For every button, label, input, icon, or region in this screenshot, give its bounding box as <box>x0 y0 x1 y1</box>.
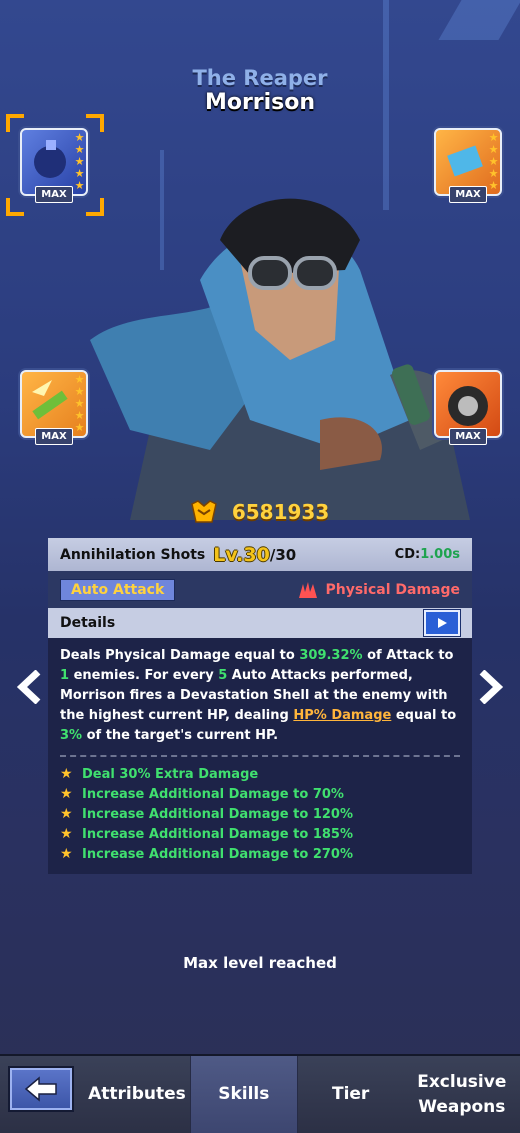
hero-title-block: The Reaper Morrison <box>0 66 520 115</box>
star-rating: ★ ★ ★ ★ ★ <box>74 131 85 192</box>
hero-portrait <box>90 198 470 520</box>
skill-header: Annihilation Shots Lv.30 /30 CD:1.00s <box>48 538 472 571</box>
damage-type-label: Physical Damage <box>325 581 460 598</box>
selection-corner <box>86 198 104 216</box>
skill-type-row: Auto Attack Physical Damage <box>48 571 472 608</box>
next-skill-arrow-icon[interactable] <box>472 670 506 704</box>
desc-text: of the target's current HP. <box>82 728 279 743</box>
prev-skill-arrow-icon[interactable] <box>14 670 48 704</box>
back-arrow-icon <box>24 1076 57 1102</box>
ammo-icon <box>32 380 68 420</box>
skill-details-body: Deals Physical Damage equal to 309.32% o… <box>48 638 472 874</box>
skill-name: Annihilation Shots <box>60 546 206 563</box>
upgrade-item: ★ Increase Additional Damage to 185% <box>60 824 460 844</box>
max-level-status: Max level reached <box>183 954 337 972</box>
skill-cooldown: CD:1.00s <box>395 547 460 562</box>
chip-icon <box>447 145 483 177</box>
hero-epithet: The Reaper <box>192 66 328 90</box>
star-icon: ★ <box>60 806 73 822</box>
star-rating: ★ ★ ★ ★ ★ <box>488 131 499 192</box>
upgrade-item: ★ Increase Additional Damage to 70% <box>60 784 460 804</box>
desc-value: 5 <box>218 668 228 683</box>
upgrade-text: Increase Additional Damage to 70% <box>82 786 344 802</box>
divider <box>60 755 460 757</box>
details-header: Details <box>48 608 472 638</box>
tab-exclusive-weapons[interactable]: Exclusive Weapons <box>404 1056 520 1133</box>
desc-text: Deals Physical Damage equal to <box>60 648 300 663</box>
claw-icon <box>299 581 318 598</box>
max-badge: MAX <box>35 186 73 203</box>
tab-attributes[interactable]: Attributes <box>84 1056 190 1133</box>
tab-tier[interactable]: Tier <box>298 1056 404 1133</box>
bg-streak <box>438 0 520 40</box>
star-icon: ★ <box>60 766 73 782</box>
selection-corner <box>6 198 24 216</box>
cooldown-label: CD: <box>394 547 421 562</box>
max-badge: MAX <box>449 186 487 203</box>
gear-slot-chip[interactable]: ★ ★ ★ ★ ★ MAX <box>434 128 502 203</box>
max-badge: MAX <box>449 428 487 445</box>
hero-name: Morrison <box>204 90 316 115</box>
tab-skills[interactable]: Skills <box>189 1056 298 1133</box>
skill-level: Lv.30 <box>213 543 270 566</box>
desc-text: equal to <box>391 708 457 723</box>
upgrade-text: Deal 30% Extra Damage <box>82 766 259 782</box>
gear-slot-wheel[interactable]: MAX <box>434 370 502 445</box>
selection-corner <box>6 114 24 132</box>
wheel-icon <box>448 386 488 426</box>
selection-corner <box>86 114 104 132</box>
hp-damage-link[interactable]: HP% Damage <box>293 708 391 723</box>
upgrade-item: ★ Deal 30% Extra Damage <box>60 764 460 784</box>
skill-description: Deals Physical Damage equal to 309.32% o… <box>60 646 460 746</box>
cooldown-value: 1.00s <box>420 547 460 562</box>
gear-slot-ammo[interactable]: ★ ★ ★ ★ ★ MAX <box>20 370 88 445</box>
star-icon: ★ <box>60 846 73 862</box>
bottom-nav: Attributes Skills Tier Exclusive Weapons <box>0 1054 520 1133</box>
max-badge: MAX <box>35 428 73 445</box>
power-display: 6581933 <box>0 500 520 524</box>
desc-text: of Attack to <box>362 648 454 663</box>
back-button[interactable] <box>10 1068 72 1110</box>
upgrade-text: Increase Additional Damage to 270% <box>82 846 353 862</box>
play-icon <box>438 618 447 628</box>
skill-level-max: /30 <box>269 545 297 564</box>
gear-slot-grenade[interactable]: ★ ★ ★ ★ ★ MAX <box>20 128 88 203</box>
desc-value: 3% <box>60 728 83 743</box>
skill-type-tag: Auto Attack <box>60 578 176 601</box>
upgrade-text: Increase Additional Damage to 120% <box>82 806 353 822</box>
star-icon: ★ <box>60 826 73 842</box>
video-preview-button[interactable] <box>424 610 460 636</box>
details-label: Details <box>60 615 116 631</box>
power-value: 6581933 <box>231 500 330 524</box>
upgrade-item: ★ Increase Additional Damage to 120% <box>60 804 460 824</box>
upgrade-item: ★ Increase Additional Damage to 270% <box>60 844 460 864</box>
upgrade-text: Increase Additional Damage to 185% <box>82 826 353 842</box>
grenade-icon <box>34 140 66 178</box>
desc-text: enemies. For every <box>69 668 219 683</box>
desc-value: 309.32% <box>299 648 363 663</box>
desc-value: 1 <box>60 668 70 683</box>
damage-type: Physical Damage <box>297 580 460 600</box>
power-icon <box>190 500 217 523</box>
star-icon: ★ <box>60 786 73 802</box>
skill-panel: Annihilation Shots Lv.30 /30 CD:1.00s Au… <box>48 538 472 874</box>
star-rating: ★ ★ ★ ★ ★ <box>74 373 85 434</box>
